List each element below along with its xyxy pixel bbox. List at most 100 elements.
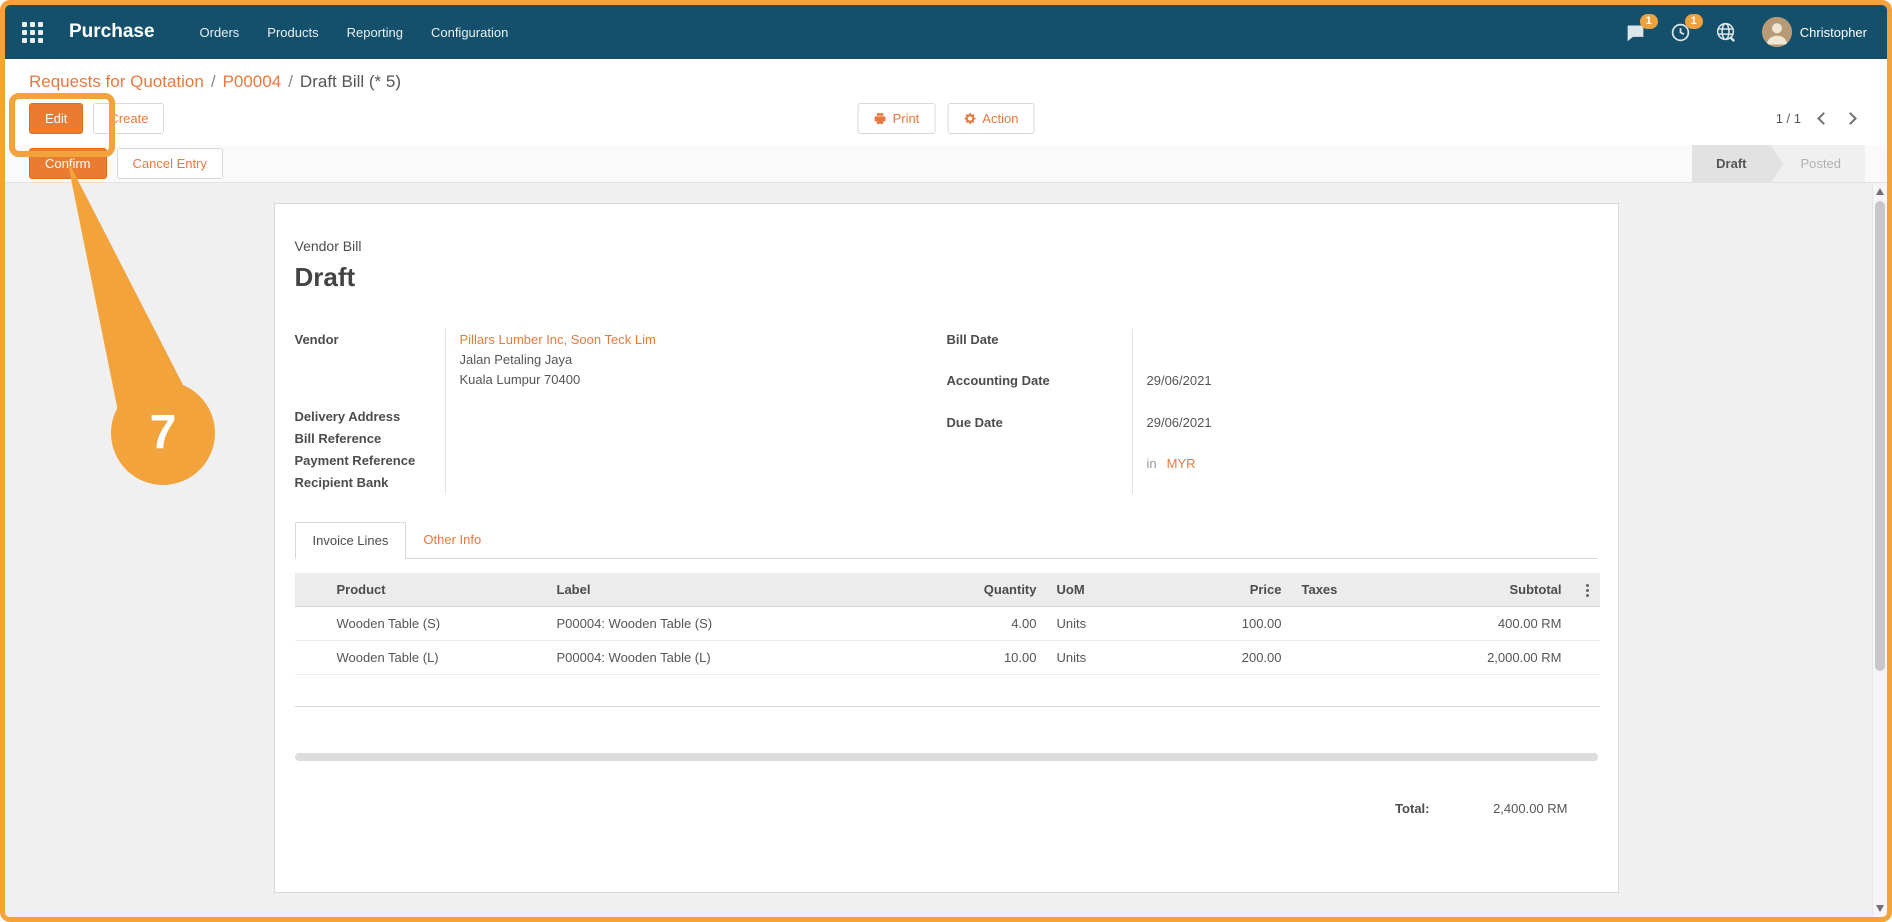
language-button[interactable] <box>1715 21 1738 44</box>
document-type-label: Vendor Bill <box>295 238 1598 254</box>
top-navbar: Purchase Orders Products Reporting Confi… <box>5 5 1887 59</box>
confirm-button[interactable]: Confirm <box>29 148 107 179</box>
cell-label: P00004: Wooden Table (S) <box>547 607 917 641</box>
document-state-title: Draft <box>295 262 1598 293</box>
header-uom: UoM <box>1047 573 1142 607</box>
apps-grid-icon <box>22 22 43 43</box>
cell-handle <box>295 607 327 641</box>
activities-button[interactable]: 1 <box>1670 22 1691 43</box>
left-field-group: Vendor Pillars Lumber Inc, Soon Teck Lim… <box>295 329 925 494</box>
action-buttons: Print Action <box>858 103 1035 134</box>
create-button[interactable]: Create <box>93 103 164 134</box>
app-name[interactable]: Purchase <box>69 21 155 43</box>
cell-options <box>1572 607 1600 641</box>
header-product: Product <box>327 573 547 607</box>
tab-invoice-lines[interactable]: Invoice Lines <box>295 522 407 559</box>
header-quantity: Quantity <box>917 573 1047 607</box>
total-row: Total: 2,400.00 RM <box>295 801 1598 816</box>
bill-date-field <box>1132 329 1598 370</box>
user-menu[interactable]: Christopher <box>1762 17 1867 47</box>
form-statusbar-row: Confirm Cancel Entry Draft Posted <box>5 145 1887 183</box>
notebook-tabs: Invoice Lines Other Info <box>295 522 1598 559</box>
recipient-bank-label: Recipient Bank <box>295 472 445 494</box>
table-empty-row <box>295 675 1600 707</box>
currency-link[interactable]: MYR <box>1167 456 1196 471</box>
section-separator-bar <box>295 753 1598 761</box>
cancel-entry-button[interactable]: Cancel Entry <box>117 148 223 179</box>
breadcrumb-p00004[interactable]: P00004 <box>223 72 282 92</box>
scroll-down-icon[interactable] <box>1876 905 1884 912</box>
messages-badge: 1 <box>1640 14 1658 29</box>
cell-taxes <box>1292 607 1402 641</box>
breadcrumb: Requests for Quotation / P00004 / Draft … <box>5 59 1887 97</box>
optional-columns-icon[interactable] <box>1586 589 1589 592</box>
table-header-row: Product Label Quantity UoM Price Taxes S… <box>295 573 1600 607</box>
print-label: Print <box>893 111 920 126</box>
statusbar: Draft Posted <box>1692 145 1865 182</box>
cell-subtotal: 2,000.00 RM <box>1402 641 1572 675</box>
action-button[interactable]: Action <box>947 103 1034 134</box>
cell-quantity: 10.00 <box>917 641 1047 675</box>
vendor-address-line2: Kuala Lumpur 70400 <box>460 370 925 390</box>
total-value: 2,400.00 RM <box>1458 801 1568 816</box>
menu-configuration[interactable]: Configuration <box>420 18 519 47</box>
breadcrumb-separator: / <box>211 72 216 92</box>
bill-reference-label: Bill Reference <box>295 428 445 450</box>
printer-icon <box>874 112 887 125</box>
header-options <box>1572 573 1600 607</box>
pager-next-icon[interactable] <box>1844 112 1857 125</box>
payment-reference-field <box>445 450 925 472</box>
scroll-up-icon[interactable] <box>1876 188 1884 195</box>
edit-button[interactable]: Edit <box>29 103 83 134</box>
header-label: Label <box>547 573 917 607</box>
accounting-date-field: 29/06/2021 <box>1132 370 1598 411</box>
app-menu: Orders Products Reporting Configuration <box>189 18 520 47</box>
bill-reference-field <box>445 428 925 450</box>
bill-date-label: Bill Date <box>947 329 1132 370</box>
invoice-lines-table: Product Label Quantity UoM Price Taxes S… <box>295 573 1600 707</box>
cell-subtotal: 400.00 RM <box>1402 607 1572 641</box>
cell-label: P00004: Wooden Table (L) <box>547 641 917 675</box>
vendor-field: Pillars Lumber Inc, Soon Teck Lim Jalan … <box>445 329 925 406</box>
gear-icon <box>963 112 976 125</box>
menu-orders[interactable]: Orders <box>189 18 251 47</box>
header-price: Price <box>1142 573 1292 607</box>
header-taxes: Taxes <box>1292 573 1402 607</box>
cell-product: Wooden Table (S) <box>327 607 547 641</box>
form-view-content: Vendor Bill Draft Vendor Pillars Lumber … <box>5 183 1887 917</box>
currency-field: inMYR <box>1132 453 1598 494</box>
form-buttons: Edit Create <box>29 103 164 134</box>
print-button[interactable]: Print <box>858 103 936 134</box>
accounting-date-label: Accounting Date <box>947 370 1132 411</box>
table-row[interactable]: Wooden Table (S) P00004: Wooden Table (S… <box>295 607 1600 641</box>
due-date-label: Due Date <box>947 412 1132 453</box>
cell-options <box>1572 641 1600 675</box>
cell-price: 100.00 <box>1142 607 1292 641</box>
table-row[interactable]: Wooden Table (L) P00004: Wooden Table (L… <box>295 641 1600 675</box>
breadcrumb-rfq[interactable]: Requests for Quotation <box>29 72 204 92</box>
right-field-group: Bill Date Accounting Date 29/06/2021 Due… <box>947 329 1598 494</box>
pager-previous-icon[interactable] <box>1817 112 1830 125</box>
cell-uom: Units <box>1047 607 1142 641</box>
header-handle <box>295 573 327 607</box>
cell-quantity: 4.00 <box>917 607 1047 641</box>
vertical-scrollbar[interactable] <box>1872 183 1887 917</box>
apps-menu-button[interactable] <box>5 5 59 59</box>
globe-icon <box>1715 21 1738 44</box>
delivery-address-label: Delivery Address <box>295 406 445 428</box>
messages-button[interactable]: 1 <box>1625 22 1646 43</box>
total-label: Total: <box>1395 801 1429 816</box>
menu-reporting[interactable]: Reporting <box>336 18 414 47</box>
payment-reference-label: Payment Reference <box>295 450 445 472</box>
pager-counter: 1 / 1 <box>1776 111 1801 126</box>
status-draft[interactable]: Draft <box>1692 145 1770 182</box>
status-posted[interactable]: Posted <box>1771 145 1865 182</box>
recipient-bank-field <box>445 472 925 494</box>
vendor-link[interactable]: Pillars Lumber Inc, Soon Teck Lim <box>460 330 925 350</box>
control-panel: Edit Create Print Action 1 / 1 <box>5 97 1887 145</box>
pager: 1 / 1 <box>1776 111 1863 126</box>
menu-products[interactable]: Products <box>256 18 329 47</box>
tab-other-info[interactable]: Other Info <box>406 522 498 558</box>
user-name: Christopher <box>1800 25 1867 40</box>
scrollbar-thumb[interactable] <box>1875 201 1885 671</box>
